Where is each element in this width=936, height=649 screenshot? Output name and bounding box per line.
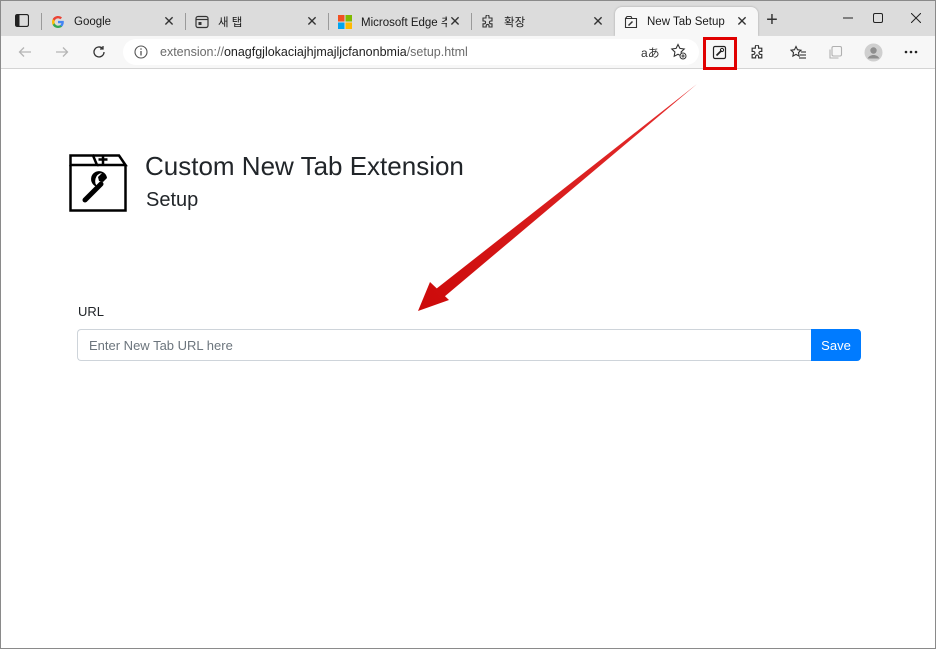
navigation-toolbar: extension://onagfgjlokaciajhjmajljcfanon…: [1, 36, 935, 69]
extension-logo-icon: [69, 154, 128, 212]
page-subtitle: Setup: [146, 189, 199, 211]
maximize-icon: [873, 13, 883, 23]
maximize-button[interactable]: [863, 7, 893, 29]
extensions-button[interactable]: [746, 41, 768, 63]
minimize-button[interactable]: [833, 7, 863, 29]
url-field-label: URL: [78, 304, 105, 319]
tab-actions-menu-button[interactable]: [11, 10, 33, 30]
url-path: /setup.html: [406, 45, 468, 59]
close-icon[interactable]: ✕: [734, 13, 750, 30]
close-icon[interactable]: ✕: [304, 13, 320, 30]
browser-window: Google ✕ 새 탭 ✕ Microsoft Edge 추가 ✕ 확장 ✕: [0, 0, 936, 649]
forward-arrow-icon: [56, 47, 69, 57]
star-add-icon: [670, 43, 687, 60]
close-icon[interactable]: ✕: [447, 13, 463, 30]
new-tab-url-input[interactable]: [77, 329, 811, 361]
refresh-icon: [93, 46, 105, 58]
microsoft-logo-icon: [337, 14, 353, 30]
back-arrow-icon: [18, 47, 31, 57]
collections-button[interactable]: [824, 41, 846, 63]
url-host: onagfgjlokaciajhjmajljcfanonbmia: [223, 45, 407, 59]
favorites-button[interactable]: [787, 41, 809, 63]
close-window-button[interactable]: [901, 7, 931, 29]
new-tab-button[interactable]: +: [761, 10, 783, 32]
tab-title: 확장: [504, 16, 526, 29]
more-dots-icon: [904, 50, 918, 54]
refresh-button[interactable]: [88, 41, 110, 63]
url-text[interactable]: extension://onagfgjlokaciajhjmajljcfanon…: [160, 45, 468, 59]
tab-edge-addons[interactable]: Microsoft Edge 추가 ✕: [329, 7, 471, 36]
new-tab-icon: [194, 14, 210, 30]
favorites-star-icon: [789, 44, 806, 59]
tab-actions-icon: [15, 13, 29, 27]
google-g-icon: [50, 14, 66, 30]
puzzle-icon: [480, 14, 496, 30]
avatar-icon: [864, 43, 882, 61]
info-icon[interactable]: [134, 45, 148, 59]
plus-icon: +: [766, 9, 778, 31]
tab-title: Google: [74, 15, 112, 28]
tab-new-tab[interactable]: 새 탭 ✕: [186, 7, 328, 36]
close-icon[interactable]: ✕: [590, 13, 606, 30]
page-title: Custom New Tab Extension: [145, 151, 464, 181]
tab-strip: Google ✕ 새 탭 ✕ Microsoft Edge 추가 ✕ 확장 ✕: [1, 1, 935, 36]
tab-title: New Tab Setup: [647, 15, 725, 28]
close-icon: [911, 13, 921, 23]
puzzle-icon: [751, 44, 762, 58]
tab-google[interactable]: Google ✕: [42, 7, 185, 36]
address-bar[interactable]: extension://onagfgjlokaciajhjmajljcfanon…: [123, 39, 699, 65]
extension-icon: [623, 14, 639, 30]
page-content: Custom New Tab Extension Setup URL Save: [1, 69, 935, 648]
tab-extensions[interactable]: 확장 ✕: [472, 7, 614, 36]
read-aloud-button[interactable]: aあ: [641, 44, 660, 61]
minimize-icon: [843, 17, 853, 19]
forward-button[interactable]: [51, 41, 73, 63]
close-icon[interactable]: ✕: [161, 13, 177, 30]
tab-title: Microsoft Edge 추가: [361, 16, 447, 29]
tab-title: 새 탭: [218, 16, 243, 29]
profile-button[interactable]: [862, 41, 884, 63]
tab-new-tab-setup[interactable]: New Tab Setup ✕: [615, 7, 758, 36]
extension-button-highlight: [703, 37, 737, 70]
save-button[interactable]: Save: [811, 329, 861, 361]
settings-more-button[interactable]: [900, 41, 922, 63]
back-button[interactable]: [14, 41, 36, 63]
collections-icon: [828, 45, 842, 59]
add-favorite-button[interactable]: [670, 43, 687, 65]
url-scheme: extension://: [160, 45, 224, 59]
